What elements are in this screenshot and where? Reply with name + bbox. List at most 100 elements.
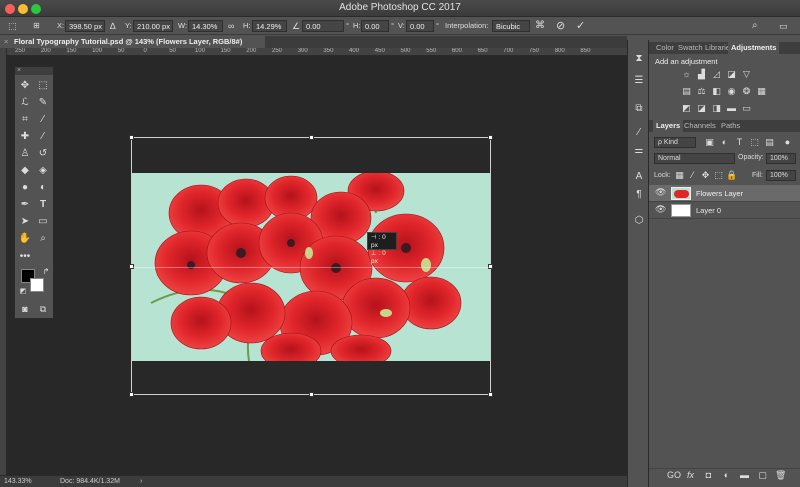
visibility-eye-icon[interactable]: 👁 <box>655 187 666 198</box>
character-panel-icon[interactable]: A <box>632 170 646 184</box>
height-field[interactable]: 14.29% <box>252 20 287 32</box>
crop-tool-icon[interactable]: ⌗ <box>18 113 32 127</box>
brush-panel-icon[interactable]: ⁄ <box>632 126 646 140</box>
curves-icon[interactable]: ◿ <box>711 69 722 80</box>
posterize-icon[interactable]: ◪ <box>696 103 707 114</box>
history-brush-tool-icon[interactable]: ↺ <box>36 147 50 161</box>
blur-tool-icon[interactable]: ● <box>18 181 32 195</box>
close-tab-icon[interactable]: × <box>4 36 8 48</box>
document-tab[interactable]: × Floral Typography Tutorial.psd @ 143% … <box>0 36 265 48</box>
transform-tool-icon[interactable]: ⬚ <box>8 20 17 32</box>
filter-pixel-icon[interactable]: ▣ <box>704 137 715 148</box>
layer-row-layer0[interactable]: 👁 Layer 0 <box>649 202 800 219</box>
exposure-icon[interactable]: ◪ <box>726 69 737 80</box>
swap-colors-icon[interactable]: ↱ <box>39 265 53 279</box>
zoom-level[interactable]: 143.33% <box>4 476 32 487</box>
filter-toggle-icon[interactable]: ● <box>782 137 793 148</box>
background-color-swatch[interactable] <box>30 278 44 292</box>
type-tool-icon[interactable]: T <box>36 198 50 212</box>
pen-tool-icon[interactable]: ✒ <box>18 198 32 212</box>
handle-bottom-right[interactable] <box>488 392 493 397</box>
screen-mode-icon[interactable]: ⧉ <box>36 302 50 316</box>
black-white-icon[interactable]: ◧ <box>711 86 722 97</box>
add-mask-icon[interactable]: ◘ <box>703 470 714 481</box>
x-position-field[interactable]: 398.50 px <box>65 20 105 32</box>
link-layers-icon[interactable]: GO <box>667 470 681 481</box>
angle-field[interactable]: 0.00 <box>302 20 344 32</box>
quick-mask-icon[interactable]: ◙ <box>18 302 32 316</box>
handle-top-left[interactable] <box>129 135 134 140</box>
fill-field[interactable]: 100% <box>766 170 796 181</box>
filter-shape-icon[interactable]: ⬚ <box>749 137 760 148</box>
status-arrow-icon[interactable]: › <box>140 476 142 487</box>
healing-brush-tool-icon[interactable]: ✚ <box>18 130 32 144</box>
cancel-transform-icon[interactable]: ⊘ <box>556 20 565 32</box>
eraser-tool-icon[interactable]: ◆ <box>18 164 32 178</box>
clone-stamp-tool-icon[interactable]: ♙ <box>18 147 32 161</box>
new-layer-icon[interactable]: ▢ <box>757 470 768 481</box>
hue-saturation-icon[interactable]: ▤ <box>681 86 692 97</box>
blend-mode-select[interactable]: Normal <box>654 153 735 164</box>
reference-point-icon[interactable]: ⊞ <box>33 20 40 32</box>
new-adjustment-icon[interactable]: ◐ <box>721 470 732 481</box>
search-icon[interactable]: ⌕ <box>752 20 758 32</box>
lock-transparent-icon[interactable]: ▦ <box>674 170 685 181</box>
lock-pixels-icon[interactable]: ⁄ <box>687 170 698 181</box>
layer-name[interactable]: Layer 0 <box>696 206 721 215</box>
lasso-tool-icon[interactable]: ℒ <box>18 96 32 110</box>
eyedropper-tool-icon[interactable]: ⁄ <box>36 113 50 127</box>
hand-tool-icon[interactable]: ✋ <box>18 232 32 246</box>
path-select-tool-icon[interactable]: ➤ <box>18 215 32 229</box>
threshold-icon[interactable]: ◨ <box>711 103 722 114</box>
brush-presets-icon[interactable]: ⚌ <box>632 144 646 158</box>
warp-icon[interactable]: ⌘ <box>535 20 545 32</box>
dodge-tool-icon[interactable]: ◐ <box>36 181 50 195</box>
rectangle-tool-icon[interactable]: ▭ <box>36 215 50 229</box>
marquee-tool-icon[interactable]: ⬚ <box>36 79 50 93</box>
lock-artboard-icon[interactable]: ⬚ <box>713 170 724 181</box>
gradient-map-icon[interactable]: ▭ <box>741 103 752 114</box>
vskew-field[interactable]: 0.00 <box>406 20 434 32</box>
layer-kind-filter[interactable]: ρ Kind <box>654 137 696 148</box>
channel-mixer-icon[interactable]: ❂ <box>741 86 752 97</box>
handle-bottom-center[interactable] <box>309 392 314 397</box>
vibrance-icon[interactable]: ▽ <box>741 69 752 80</box>
interpolation-select[interactable]: Bicubic <box>492 20 530 32</box>
levels-icon[interactable]: ▟ <box>696 69 707 80</box>
layer-name[interactable]: Flowers Layer <box>696 189 743 198</box>
delete-layer-icon[interactable]: 🗑 <box>775 470 786 481</box>
commit-transform-icon[interactable]: ✓ <box>576 20 585 32</box>
handle-top-right[interactable] <box>488 135 493 140</box>
y-position-field[interactable]: 210.00 px <box>133 20 173 32</box>
toolbox-header[interactable]: × <box>15 67 53 75</box>
opacity-field[interactable]: 100% <box>766 153 796 164</box>
lock-position-icon[interactable]: ✥ <box>700 170 711 181</box>
tab-channels[interactable]: Channels <box>681 120 719 132</box>
history-panel-icon[interactable]: ⧗ <box>632 52 646 66</box>
handle-bottom-left[interactable] <box>129 392 134 397</box>
move-tool-icon[interactable]: ✥ <box>18 79 32 93</box>
brightness-icon[interactable]: ☼ <box>681 69 692 80</box>
toolbox-close-icon[interactable]: × <box>17 67 21 74</box>
paint-bucket-tool-icon[interactable]: ◈ <box>36 164 50 178</box>
tab-color[interactable]: Color <box>653 42 677 54</box>
tab-layers[interactable]: Layers <box>653 120 684 132</box>
quick-select-tool-icon[interactable]: ✎ <box>36 96 50 110</box>
photo-filter-icon[interactable]: ◉ <box>726 86 737 97</box>
filter-smart-icon[interactable]: ▤ <box>764 137 775 148</box>
layer-row-flowers[interactable]: 👁 Flowers Layer <box>649 185 800 202</box>
filter-adjustment-icon[interactable]: ◐ <box>719 137 730 148</box>
more-tools-icon[interactable]: ••• <box>18 250 32 264</box>
width-field[interactable]: 14.30% <box>188 20 223 32</box>
brush-tool-icon[interactable]: ⁄ <box>36 130 50 144</box>
handle-top-center[interactable] <box>309 135 314 140</box>
delta-icon[interactable]: ∆ <box>110 20 116 32</box>
tab-paths[interactable]: Paths <box>718 120 743 132</box>
new-group-icon[interactable]: ▬ <box>739 470 750 481</box>
default-colors-icon[interactable]: ◩ <box>16 285 30 299</box>
paragraph-panel-icon[interactable]: ¶ <box>632 188 646 202</box>
workspace-icon[interactable]: ▭ <box>779 20 788 32</box>
link-icon[interactable]: ∞ <box>228 20 234 32</box>
fx-icon[interactable]: fx <box>685 470 696 481</box>
invert-icon[interactable]: ◩ <box>681 103 692 114</box>
